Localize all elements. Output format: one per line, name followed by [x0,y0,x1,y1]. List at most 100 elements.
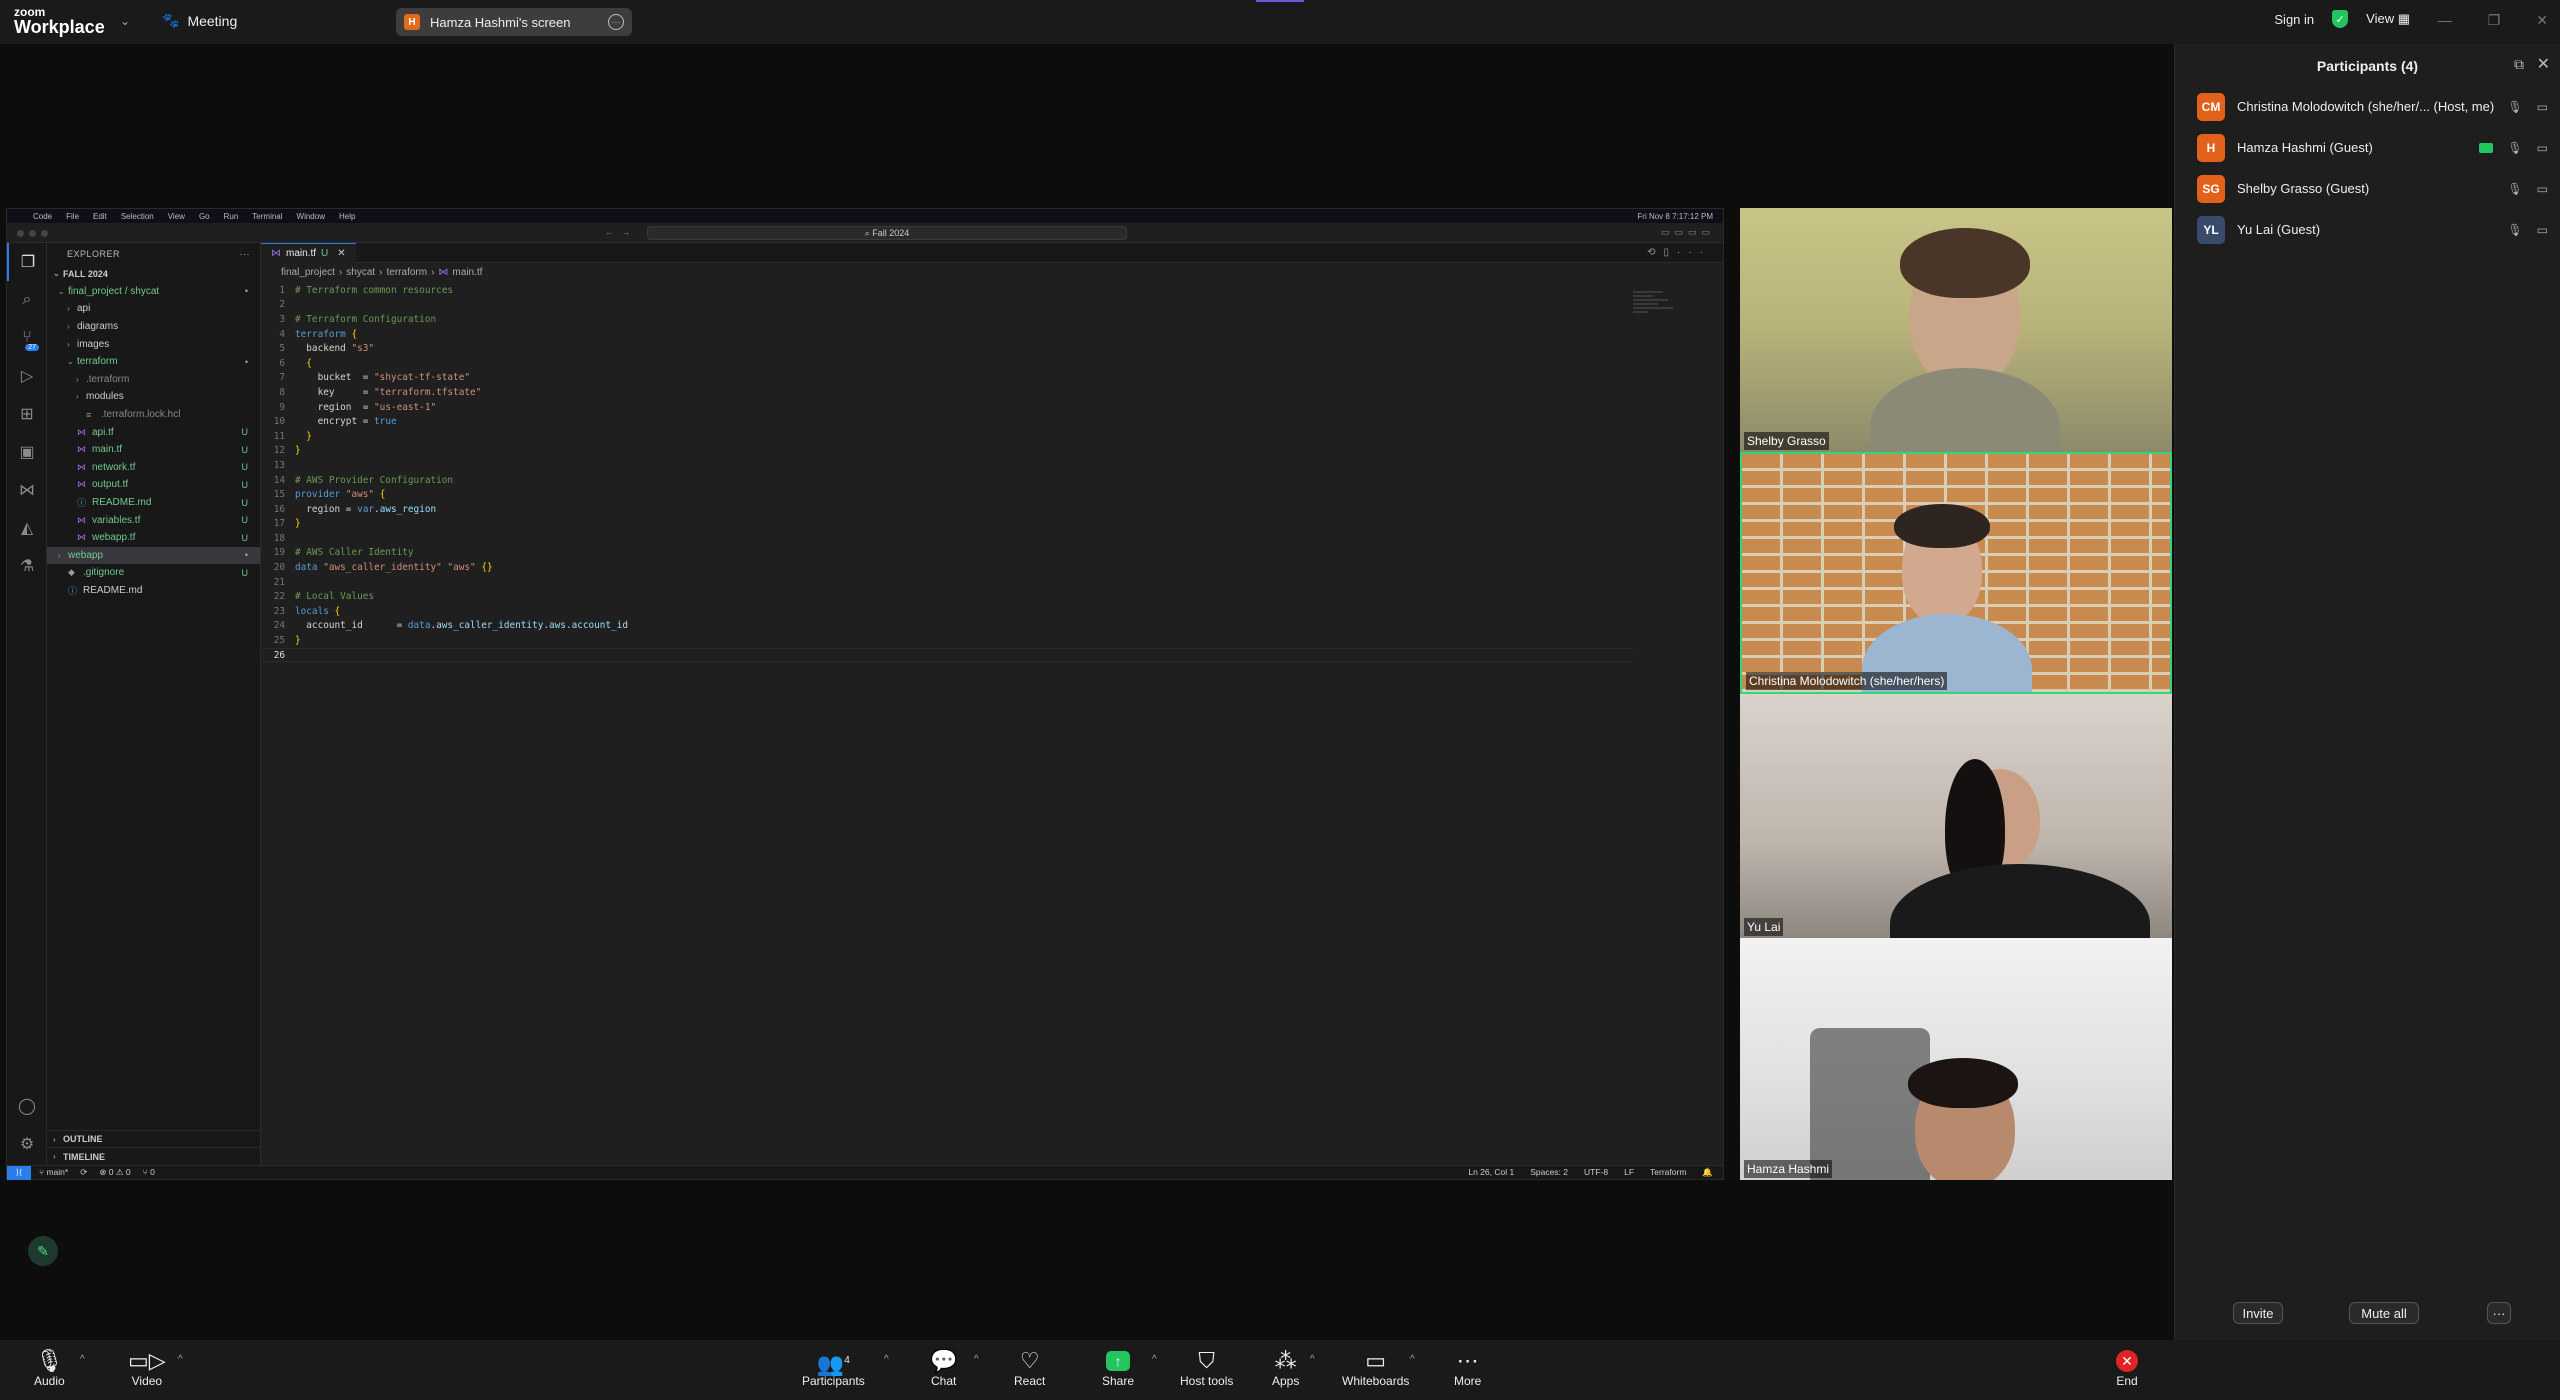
code-text: account_id = data.aws_caller_identity.aw… [295,620,629,632]
shared-screen-pill[interactable]: H Hamza Hashmi's screen ··· [396,8,632,36]
meeting-label: Meeting [187,12,238,29]
video-tile-shelby[interactable]: Shelby Grasso [1740,208,2172,452]
code-line: 15 provider "aws" { [261,487,1633,502]
minimize-icon[interactable]: — [2438,12,2452,29]
participant-row[interactable]: YL Yu Lai (Guest) 🎙 ▭ [2175,209,2560,250]
code-line: 18 [261,531,1633,546]
command-center-label: Fall 2024 [872,228,910,238]
end-button[interactable]: ✕ End [2116,1348,2138,1388]
host-tools-button[interactable]: ⛉ Host tools [1180,1348,1233,1388]
video-tile-yu[interactable]: Yu Lai [1740,694,2172,938]
outline-section: › OUTLINE [47,1129,260,1148]
encoding: UTF-8 [1584,1167,1609,1177]
terraform-file-icon: ⋈ [77,532,86,543]
search-icon: ⌕ [22,291,32,308]
line-number: 20 [273,562,285,574]
tree-item-label: main.tf [92,444,123,456]
code-editor: 1 # Terraform common resources 2 3 # Terrafo… [261,283,1633,663]
extensions-icon: ⊞ [20,406,34,423]
line-number: 10 [273,416,285,428]
video-tile-christina[interactable]: Christina Molodowitch (she/her/hers) [1740,452,2172,694]
participants-button[interactable]: 👥4 Participants [802,1348,865,1388]
bell-icon: 🔔 [1702,1167,1713,1177]
whiteboards-caret-icon[interactable]: ^ [1410,1354,1415,1365]
tree-item: ⌄ final_project / shycat • [47,283,260,301]
pop-out-icon[interactable]: ⧉ [2514,56,2524,73]
participant-row[interactable]: H Hamza Hashmi (Guest) 🎙 ▭ [2175,127,2560,168]
explorer-sidebar: EXPLORER ··· ⌄ FALL 2024 ⌄ final_project / … [47,243,261,1165]
crumb-3: main.tf [452,266,483,278]
line-number: 26 [273,649,285,661]
tree-item-label: output.tf [92,479,129,491]
markdown-file-icon: ⓘ [68,585,78,596]
sign-in-link[interactable]: Sign in [2274,12,2314,27]
code-line: 9 region = "us-east-1" [261,400,1633,415]
mute-all-button[interactable]: Mute all [2349,1302,2419,1324]
microphone-muted-icon: 🎙 [2507,140,2523,155]
participant-status-icons: 🎙 ▭ [2507,182,2548,196]
sharing-screen-icon [2479,142,2494,153]
code-text: } [306,430,312,442]
whiteboards-label: Whiteboards [1342,1374,1410,1388]
tree-item-label: README.md [92,497,152,509]
git-status: U [241,462,249,473]
code-line: 20 data "aws_caller_identity" "aws" {} [261,560,1633,575]
line-number: 19 [273,547,285,559]
share-button[interactable]: ↑ Share [1102,1348,1134,1388]
code-text: } [295,518,301,530]
git-status: U [241,479,249,490]
close-window-icon[interactable]: ✕ [2536,12,2548,29]
participants-panel: Participants (4) ⧉ ✕ CM Christina Molodow… [2174,44,2560,1340]
view-button[interactable]: View ▦ [2366,11,2410,27]
encryption-shield-icon[interactable]: ✓ [2332,10,2349,28]
more-options-icon[interactable]: ··· [608,14,624,30]
settings-gear-icon: ⚙ [19,1136,35,1153]
mac-menu-bar: Code File Edit Selection View Go Run Ter… [7,209,1723,223]
video-tile-hamza[interactable]: Hamza Hashmi [1740,938,2172,1180]
breadcrumb: final_project › shycat › terraform › ⋈ main… [281,266,483,278]
git-status: U [241,532,249,543]
cursor-position: Ln 26, Col 1 [1468,1167,1515,1177]
zoom-title-bar: zoom Workplace ⌄ 🐾 Meeting H Hamza Hashm… [0,0,2560,44]
layout-icons: ▭▭▭▭ [1660,227,1715,237]
participants-caret-icon[interactable]: ^ [884,1354,889,1365]
participant-hair [1900,228,2030,298]
chat-icon: 💬 [930,1348,958,1373]
participant-row[interactable]: CM Christina Molodowitch (she/her/... (Ho… [2175,86,2560,127]
close-icon[interactable]: ✕ [2537,54,2550,74]
minimap [1633,291,1683,331]
participant-row[interactable]: SG Shelby Grasso (Guest) 🎙 ▭ [2175,168,2560,209]
chevron-down-icon[interactable]: ⌄ [120,14,130,28]
code-text: encrypt = true [295,416,397,428]
chat-label: Chat [931,1374,957,1388]
code-text: # Terraform common resources [295,284,454,296]
restore-icon[interactable]: ❐ [2488,12,2501,29]
audio-button[interactable]: 🎙 Audio [34,1348,65,1388]
tree-item: ⋈ main.tf U [47,441,260,459]
annotate-pencil-icon[interactable]: ✎ [28,1236,58,1266]
tab-status: U [321,248,329,259]
react-button[interactable]: ♡ React [1014,1348,1045,1388]
share-caret-icon[interactable]: ^ [1152,1354,1157,1365]
apps-button[interactable]: ⁂ Apps [1272,1348,1299,1388]
chat-caret-icon[interactable]: ^ [974,1354,979,1365]
whiteboards-button[interactable]: ▭ Whiteboards [1342,1348,1409,1388]
code-text: backend "s3" [295,343,375,355]
invite-button[interactable]: Invite [2233,1302,2283,1324]
meeting-button[interactable]: 🐾 Meeting [162,12,237,29]
tree-item: › modules [47,388,260,406]
video-button[interactable]: ▭▷ Video [128,1348,166,1388]
line-number: 2 [279,299,285,311]
audio-caret-icon[interactable]: ^ [80,1354,85,1365]
avatar: YL [2197,215,2225,244]
more-button[interactable]: ⋯ More [1454,1348,1481,1388]
video-caret-icon[interactable]: ^ [178,1354,183,1365]
more-options-button[interactable]: ··· [2487,1302,2511,1324]
chat-button[interactable]: 💬 Chat [930,1348,957,1388]
code-line: 22 # Local Values [261,589,1633,604]
zoom-logo[interactable]: zoom Workplace [14,6,105,36]
source-control-icon: ⑂ 27 [7,319,47,357]
line-number: 7 [279,372,285,384]
code-text: key = "terraform.tfstate" [295,386,482,398]
apps-caret-icon[interactable]: ^ [1310,1354,1315,1365]
